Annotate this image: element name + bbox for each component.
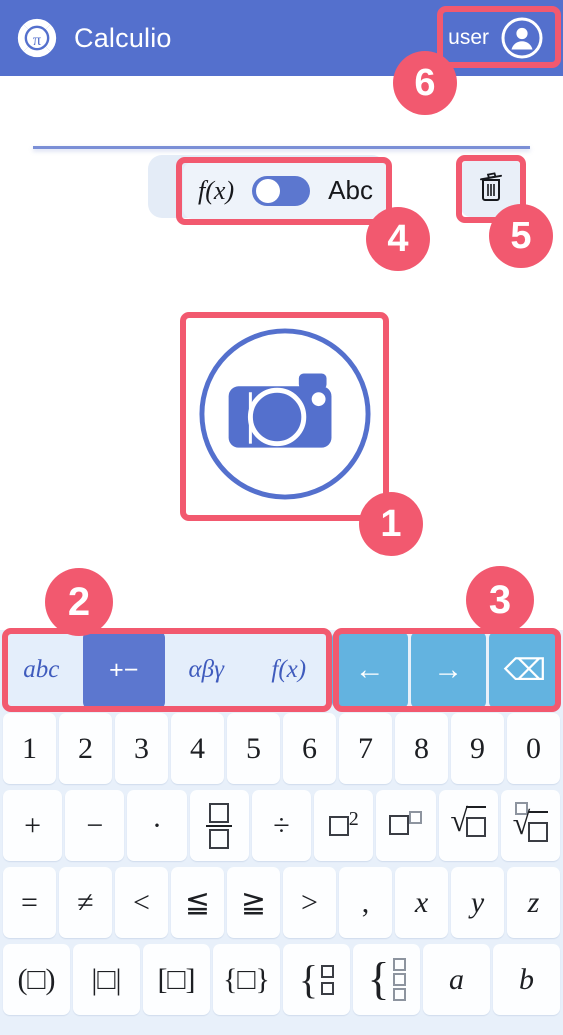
fx-abc-toggle[interactable]: f(x) Abc: [183, 162, 388, 219]
mode-key-operators[interactable]: +−: [82, 630, 165, 710]
key-1[interactable]: 1: [3, 713, 56, 784]
arrow-left-icon[interactable]: ←: [332, 632, 408, 708]
key-not-equals[interactable]: ≠: [59, 867, 112, 938]
cases-two-glyph: {: [299, 959, 335, 999]
mode-key-functions[interactable]: f(x): [247, 630, 330, 710]
annotation-badge-2: 2: [45, 568, 113, 636]
key-divide[interactable]: ÷: [251, 790, 312, 861]
square-glyph: 2: [328, 808, 359, 844]
key-cases-two[interactable]: {: [283, 944, 350, 1015]
pi-logo-icon: π: [14, 15, 60, 61]
key-7[interactable]: 7: [339, 713, 392, 784]
key-sqrt[interactable]: √: [438, 790, 498, 861]
camera-button[interactable]: [185, 317, 384, 516]
fraction-glyph: [206, 802, 233, 849]
key-x[interactable]: x: [395, 867, 448, 938]
key-a[interactable]: a: [423, 944, 490, 1015]
key-fraction[interactable]: [189, 790, 249, 861]
camera-icon: [196, 325, 374, 508]
relation-row: = ≠ < ≦ ≧ > , x y z: [0, 864, 563, 941]
sqrt-glyph: √: [450, 804, 486, 845]
input-divider-line: [33, 146, 530, 149]
annotation-badge-5: 5: [489, 204, 553, 268]
key-square-brackets[interactable]: [□]: [143, 944, 210, 1015]
key-cases-three[interactable]: {: [353, 944, 420, 1015]
app-header: π Calculio user: [0, 0, 563, 76]
backspace-icon[interactable]: ⌫: [489, 632, 561, 708]
nth-root-glyph: √: [513, 801, 549, 850]
key-0[interactable]: 0: [507, 713, 560, 784]
keyboard-nav-group: ← → ⌫: [330, 630, 563, 710]
key-9[interactable]: 9: [451, 713, 504, 784]
key-2[interactable]: 2: [59, 713, 112, 784]
key-6[interactable]: 6: [283, 713, 336, 784]
bracket-row: (□) |□| [□] {□} { { a b: [0, 941, 563, 1018]
key-dot[interactable]: ·: [127, 790, 187, 861]
user-account-button[interactable]: user: [448, 17, 549, 59]
fx-label: f(x): [198, 175, 235, 205]
power-glyph: [389, 809, 423, 843]
annotation-badge-3: 3: [466, 566, 534, 634]
key-greater-equal[interactable]: ≧: [227, 867, 280, 938]
app-title: Calculio: [74, 22, 172, 53]
key-4[interactable]: 4: [171, 713, 224, 784]
key-power[interactable]: [376, 790, 436, 861]
mode-switch[interactable]: [252, 175, 311, 206]
key-z[interactable]: z: [507, 867, 560, 938]
keyboard-top-row: abc +− αβγ f(x) ← → ⌫: [0, 630, 563, 710]
key-b[interactable]: b: [493, 944, 560, 1015]
abc-label: Abc: [328, 175, 373, 205]
key-minus[interactable]: −: [65, 790, 125, 861]
keyboard-mode-group: abc +− αβγ f(x): [0, 630, 330, 710]
user-name-label: user: [448, 26, 489, 49]
math-keyboard: abc +− αβγ f(x) ← → ⌫ 1 2 3 4 5 6 7 8 9 …: [0, 630, 563, 1035]
key-5[interactable]: 5: [227, 713, 280, 784]
operator-row: + − · ÷ 2 √ √: [0, 787, 563, 864]
user-avatar-icon: [501, 17, 543, 59]
key-absolute-value[interactable]: |□|: [73, 944, 140, 1015]
key-3[interactable]: 3: [115, 713, 168, 784]
trash-icon: [476, 170, 506, 207]
annotation-badge-4: 4: [366, 207, 430, 271]
key-plus[interactable]: +: [3, 790, 63, 861]
key-8[interactable]: 8: [395, 713, 448, 784]
mode-key-greek[interactable]: αβγ: [165, 630, 248, 710]
key-y[interactable]: y: [451, 867, 504, 938]
key-square[interactable]: 2: [314, 790, 374, 861]
key-curly-braces[interactable]: {□}: [213, 944, 280, 1015]
svg-text:π: π: [33, 30, 41, 49]
key-greater-than[interactable]: >: [283, 867, 336, 938]
annotation-badge-6: 6: [393, 51, 457, 115]
key-parentheses[interactable]: (□): [3, 944, 70, 1015]
cases-three-glyph: {: [367, 956, 406, 1001]
arrow-right-icon[interactable]: →: [410, 632, 486, 708]
switch-knob: [256, 178, 281, 203]
key-less-than[interactable]: <: [115, 867, 168, 938]
key-equals[interactable]: =: [3, 867, 56, 938]
key-less-equal[interactable]: ≦: [171, 867, 224, 938]
number-row: 1 2 3 4 5 6 7 8 9 0: [0, 710, 563, 787]
app-root: π Calculio user f(x) Abc abc +− αβγ f(x)…: [0, 0, 563, 1035]
annotation-badge-1: 1: [359, 492, 423, 556]
mode-key-abc[interactable]: abc: [0, 630, 83, 710]
key-comma[interactable]: ,: [339, 867, 392, 938]
key-nth-root[interactable]: √: [500, 790, 560, 861]
